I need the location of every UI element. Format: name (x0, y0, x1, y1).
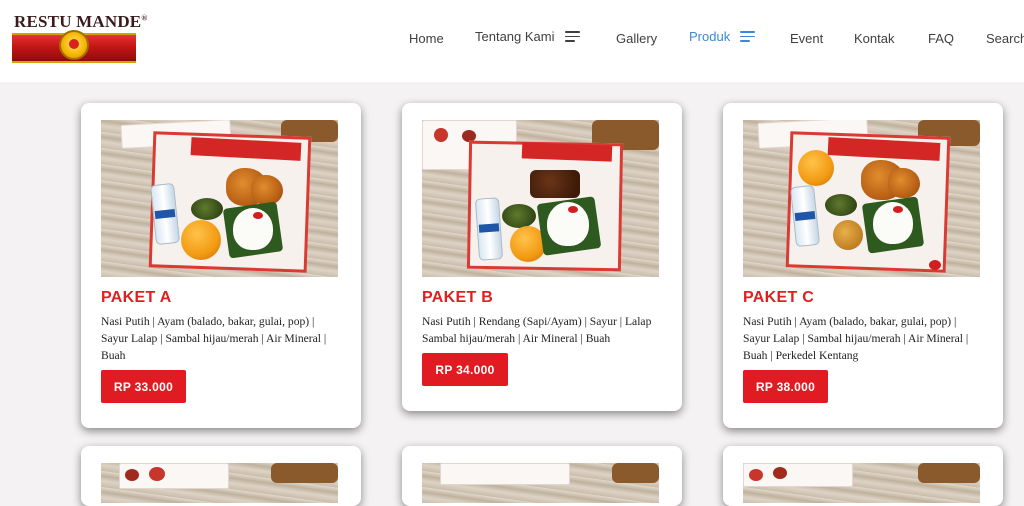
site-header: RESTU MANDE® Home Tentang Kami Gallery P… (0, 0, 1024, 82)
product-photo (422, 463, 659, 503)
product-title: PAKET A (101, 289, 172, 306)
product-description: Nasi Putih | Ayam (balado, bakar, gulai,… (101, 315, 327, 362)
product-description: Nasi Putih | Rendang (Sapi/Ayam) | Sayur… (422, 315, 652, 345)
product-title: PAKET C (743, 289, 815, 306)
paket-c-photo (743, 120, 980, 277)
nav-home[interactable]: Home (409, 31, 444, 46)
product-title: PAKET B (422, 289, 494, 306)
paket-a-photo (101, 120, 338, 277)
price-button[interactable]: RP 33.000 (101, 370, 186, 403)
product-card-next-row[interactable] (402, 446, 682, 506)
nav-tentang-kami[interactable]: Tentang Kami (475, 29, 580, 44)
nav-search[interactable]: Search (986, 31, 1024, 46)
nav-kontak[interactable]: Kontak (854, 31, 894, 46)
product-card-paket-b[interactable]: PAKET B Nasi Putih | Rendang (Sapi/Ayam)… (402, 103, 682, 411)
price-button[interactable]: RP 38.000 (743, 370, 828, 403)
nav-faq[interactable]: FAQ (928, 31, 954, 46)
price-button[interactable]: RP 34.000 (422, 353, 508, 386)
product-card-next-row[interactable] (81, 446, 361, 506)
nav-gallery[interactable]: Gallery (616, 31, 657, 46)
submenu-lines-icon[interactable] (564, 31, 580, 42)
product-card-next-row[interactable] (723, 446, 1003, 506)
product-card-paket-a[interactable]: PAKET A Nasi Putih | Ayam (balado, bakar… (81, 103, 361, 428)
product-photo (101, 463, 338, 503)
nav-produk[interactable]: Produk (689, 29, 756, 44)
submenu-lines-icon[interactable] (740, 31, 756, 42)
main-navigation: Home Tentang Kami Gallery Produk Event K… (0, 0, 1024, 82)
product-description: Nasi Putih | Ayam (balado, bakar, gulai,… (743, 315, 969, 362)
product-photo (743, 463, 980, 503)
nav-event[interactable]: Event (790, 31, 823, 46)
product-card-paket-c[interactable]: PAKET C Nasi Putih | Ayam (balado, bakar… (723, 103, 1003, 428)
paket-b-photo (422, 120, 659, 277)
